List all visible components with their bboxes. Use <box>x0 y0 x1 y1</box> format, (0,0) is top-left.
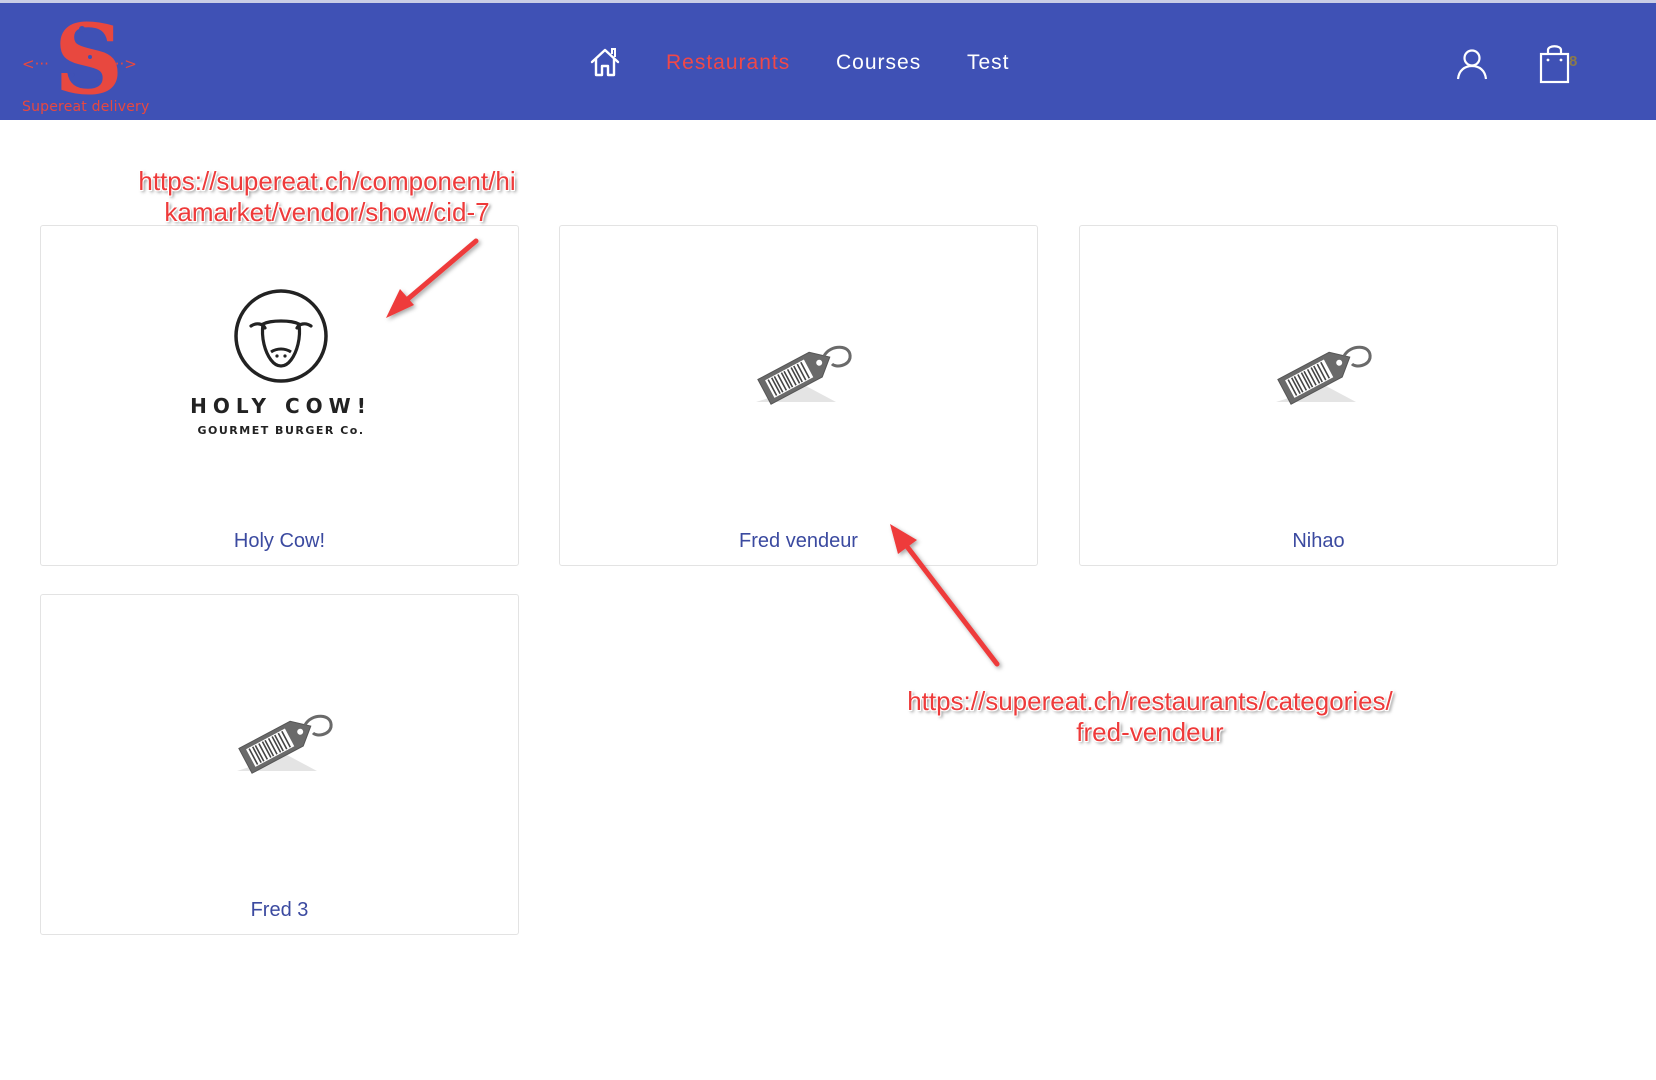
vendor-card-nihao[interactable]: Nihao <box>1079 225 1558 566</box>
site-header: <··· ···> S Supereat delivery Restaurant… <box>0 3 1656 120</box>
nav-courses[interactable]: Courses <box>836 51 921 75</box>
price-tag-icon <box>756 345 852 405</box>
annotation-url-vendor: https://supereat.ch/component/hi kamarke… <box>122 166 532 228</box>
site-logo[interactable]: <··· ···> S Supereat delivery <box>0 3 160 120</box>
holy-cow-logo-title: HOLY COW! <box>191 394 371 418</box>
vendor-card-fred-vendeur[interactable]: Fred vendeur <box>559 225 1038 566</box>
nav-test[interactable]: Test <box>967 51 1010 75</box>
annotation-line: fred-vendeur <box>1076 717 1224 747</box>
price-tag-icon <box>1276 345 1372 405</box>
holy-cow-logo-icon: HOLY COW! GOURMET BURGER Co. <box>191 289 371 437</box>
annotation-line: https://supereat.ch/component/hi <box>138 166 516 196</box>
vendor-card-holy-cow[interactable]: HOLY COW! GOURMET BURGER Co. Holy Cow! <box>40 225 519 566</box>
vendor-card-fred-3[interactable]: Fred 3 <box>40 594 519 935</box>
nav-restaurants[interactable]: Restaurants <box>666 51 790 75</box>
vendor-name[interactable]: Fred 3 <box>41 899 518 922</box>
svg-text:<···: <··· <box>22 55 49 73</box>
annotation-url-category: https://supereat.ch/restaurants/categori… <box>890 686 1410 748</box>
annotation-line: https://supereat.ch/restaurants/categori… <box>907 686 1393 716</box>
home-icon[interactable] <box>588 45 622 79</box>
vendor-name[interactable]: Nihao <box>1080 530 1557 553</box>
vendor-name[interactable]: Holy Cow! <box>41 530 518 553</box>
cart-count-badge: 8 <box>1569 53 1578 70</box>
annotation-line: kamarket/vendor/show/cid-7 <box>164 197 490 227</box>
logo-caption: Supereat delivery <box>22 99 150 115</box>
price-tag-icon <box>237 714 333 774</box>
vendor-name[interactable]: Fred vendeur <box>560 530 1037 553</box>
user-icon[interactable] <box>1455 47 1489 81</box>
holy-cow-logo-subtitle: GOURMET BURGER Co. <box>197 424 364 437</box>
